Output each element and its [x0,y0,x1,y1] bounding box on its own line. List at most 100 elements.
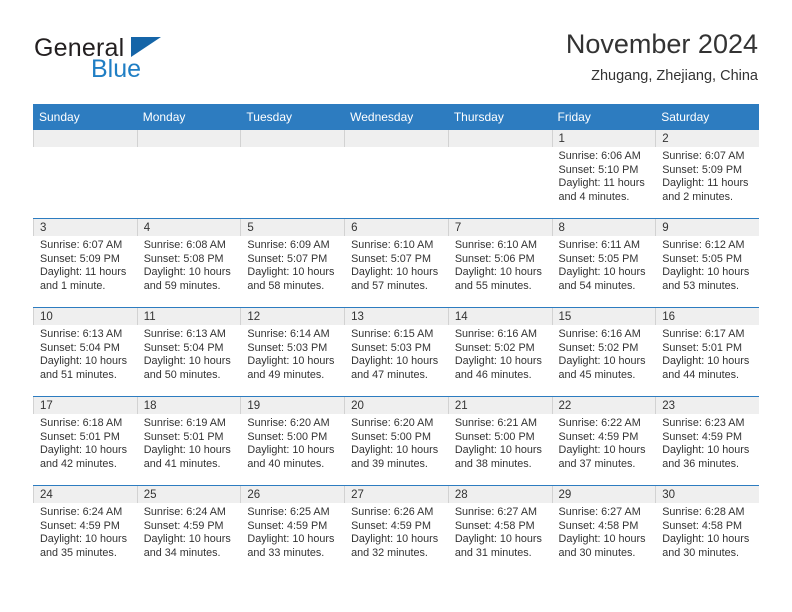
calendar-day-cell[interactable]: 24 Sunrise: 6:24 AM Sunset: 4:59 PM Dayligh… [33,485,137,574]
day-detail-line: Sunrise: 6:11 AM [558,239,640,251]
day-number: 25 [136,486,241,503]
calendar-day-cell[interactable]: 25 Sunrise: 6:24 AM Sunset: 4:59 PM Dayligh… [136,485,241,574]
calendar-day-cell[interactable]: 8 Sunrise: 6:11 AM Sunset: 5:05 PM Daylight… [551,218,656,308]
calendar-day-cell[interactable]: 27 Sunrise: 6:26 AM Sunset: 4:59 PM Dayligh… [344,485,448,574]
weekday-header-monday: Monday [136,104,241,130]
calendar-week-row: 3 Sunrise: 6:07 AM Sunset: 5:09 PM Daylight… [33,218,759,308]
calendar-day-cell[interactable]: 29 Sunrise: 6:27 AM Sunset: 4:58 PM Dayligh… [551,485,656,574]
calendar-day-cell[interactable]: 16 Sunrise: 6:17 AM Sunset: 5:01 PM Dayligh… [655,307,759,397]
day-number: 26 [240,486,345,503]
day-cell-inner: 28 Sunrise: 6:27 AM Sunset: 4:58 PM Dayligh… [447,486,552,574]
calendar-day-cell[interactable]: 28 Sunrise: 6:27 AM Sunset: 4:58 PM Dayligh… [447,485,552,574]
day-detail-line: Daylight: 10 hours [351,533,439,545]
calendar-header-row: Sunday Monday Tuesday Wednesday Thursday… [33,104,759,130]
day-detail-line: Daylight: 11 hours [558,177,645,189]
day-detail-line: Sunrise: 6:10 AM [454,239,538,251]
day-number: 5 [240,219,345,236]
day-detail-line: and 58 minutes. [247,279,325,292]
calendar-day-cell[interactable]: 30 Sunrise: 6:28 AM Sunset: 4:58 PM Dayligh… [655,485,759,574]
day-cell-details: Sunrise: 6:12 AM Sunset: 5:05 PM Daylight:… [655,236,759,293]
calendar-day-cell[interactable]: 2 Sunrise: 6:07 AM Sunset: 5:09 PM Daylight… [655,130,759,219]
day-cell-details: Sunrise: 6:20 AM Sunset: 5:00 PM Daylight:… [240,414,344,471]
day-number: 18 [136,397,241,414]
calendar-week-row: 17 Sunrise: 6:18 AM Sunset: 5:01 PM Dayligh… [33,396,759,486]
day-detail-line: Sunset: 5:00 PM [454,430,535,443]
day-cell-details: Sunrise: 6:23 AM Sunset: 4:59 PM Daylight:… [655,414,759,471]
day-number: 15 [551,308,656,325]
day-number: 29 [551,486,656,503]
day-detail-line: Daylight: 10 hours [662,266,750,278]
day-detail-line: Daylight: 10 hours [558,533,646,545]
calendar-week-row: 24 Sunrise: 6:24 AM Sunset: 4:59 PM Dayligh… [33,485,759,574]
day-number: 22 [551,397,656,414]
day-cell-inner: 2 Sunrise: 6:07 AM Sunset: 5:09 PM Daylight… [655,130,759,218]
day-detail-line: Daylight: 10 hours [454,533,542,545]
day-cell-inner: 13 Sunrise: 6:15 AM Sunset: 5:03 PM Dayligh… [344,308,448,396]
day-detail-line: and 4 minutes. [558,190,630,203]
day-detail-line: Sunset: 5:04 PM [40,341,120,354]
day-detail-line: Sunset: 5:02 PM [454,341,535,354]
day-cell-details: Sunrise: 6:07 AM Sunset: 5:09 PM Daylight:… [655,147,759,204]
day-detail-line: Daylight: 10 hours [247,266,335,278]
calendar-day-cell[interactable]: 11 Sunrise: 6:13 AM Sunset: 5:04 PM Dayligh… [136,307,241,397]
day-detail-line: Sunrise: 6:07 AM [662,150,745,162]
day-detail-line: and 51 minutes. [40,368,117,381]
calendar-day-cell[interactable]: 19 Sunrise: 6:20 AM Sunset: 5:00 PM Dayligh… [240,396,345,486]
calendar-day-cell[interactable]: 14 Sunrise: 6:16 AM Sunset: 5:02 PM Dayligh… [447,307,552,397]
day-detail-line: and 59 minutes. [143,279,221,292]
day-detail-line: and 34 minutes. [143,546,221,559]
calendar-day-cell[interactable]: 18 Sunrise: 6:19 AM Sunset: 5:01 PM Dayligh… [136,396,241,486]
weekday-header-saturday: Saturday [655,104,759,130]
calendar-day-cell[interactable]: 7 Sunrise: 6:10 AM Sunset: 5:06 PM Daylight… [447,218,552,308]
calendar-day-cell[interactable]: 5 Sunrise: 6:09 AM Sunset: 5:07 PM Daylight… [240,218,345,308]
day-detail-line: and 47 minutes. [351,368,428,381]
calendar-day-cell[interactable]: 23 Sunrise: 6:23 AM Sunset: 4:59 PM Dayligh… [655,396,759,486]
day-cell-inner: 17 Sunrise: 6:18 AM Sunset: 5:01 PM Dayligh… [33,397,137,485]
calendar-day-cell[interactable]: 21 Sunrise: 6:21 AM Sunset: 5:00 PM Dayligh… [447,396,552,486]
day-cell-inner: 9 Sunrise: 6:12 AM Sunset: 5:05 PM Daylight… [655,219,759,307]
calendar-day-cell[interactable]: 4 Sunrise: 6:08 AM Sunset: 5:08 PM Daylight… [136,218,241,308]
day-cell-inner [240,130,345,218]
day-cell-details: Sunrise: 6:09 AM Sunset: 5:07 PM Daylight:… [240,236,344,293]
day-detail-line: Sunset: 5:00 PM [351,430,431,443]
day-detail-line: Sunset: 4:58 PM [662,519,743,532]
day-detail-line: Daylight: 10 hours [558,266,646,278]
calendar-day-cell[interactable]: 10 Sunrise: 6:13 AM Sunset: 5:04 PM Dayligh… [33,307,137,397]
calendar-week-row: 10 Sunrise: 6:13 AM Sunset: 5:04 PM Dayligh… [33,307,759,397]
day-cell-inner: 23 Sunrise: 6:23 AM Sunset: 4:59 PM Dayligh… [655,397,759,485]
day-detail-line: and 57 minutes. [351,279,428,292]
day-detail-line: Sunset: 4:59 PM [351,519,431,532]
day-cell-details: Sunrise: 6:10 AM Sunset: 5:07 PM Daylight:… [344,236,448,293]
calendar-day-cell[interactable]: 26 Sunrise: 6:25 AM Sunset: 4:59 PM Dayligh… [240,485,345,574]
calendar-day-cell[interactable]: 6 Sunrise: 6:10 AM Sunset: 5:07 PM Daylight… [344,218,448,308]
calendar-day-cell[interactable]: 20 Sunrise: 6:20 AM Sunset: 5:00 PM Dayligh… [344,396,448,486]
day-detail-line: Sunrise: 6:14 AM [247,328,330,340]
day-number: 30 [655,486,759,503]
day-detail-line: Daylight: 11 hours [662,177,749,189]
day-detail-line: Sunrise: 6:20 AM [351,417,434,429]
calendar-day-cell[interactable]: 9 Sunrise: 6:12 AM Sunset: 5:05 PM Daylight… [655,218,759,308]
day-number: 7 [447,219,552,236]
calendar-day-cell[interactable]: 15 Sunrise: 6:16 AM Sunset: 5:02 PM Dayligh… [551,307,656,397]
day-detail-line: and 49 minutes. [247,368,325,381]
day-cell-details: Sunrise: 6:25 AM Sunset: 4:59 PM Daylight:… [240,503,344,560]
day-detail-line: Sunset: 5:01 PM [143,430,224,443]
day-detail-line: and 41 minutes. [143,457,221,470]
day-cell-inner: 7 Sunrise: 6:10 AM Sunset: 5:06 PM Daylight… [447,219,552,307]
day-number: 27 [344,486,448,503]
calendar-day-cell[interactable]: 13 Sunrise: 6:15 AM Sunset: 5:03 PM Dayligh… [344,307,448,397]
day-detail-line: Sunrise: 6:28 AM [662,506,745,518]
day-cell-inner: 20 Sunrise: 6:20 AM Sunset: 5:00 PM Dayligh… [344,397,448,485]
calendar-day-cell[interactable]: 17 Sunrise: 6:18 AM Sunset: 5:01 PM Dayligh… [33,396,137,486]
calendar-day-cell[interactable]: 12 Sunrise: 6:14 AM Sunset: 5:03 PM Dayligh… [240,307,345,397]
page-title: November 2024 [565,29,758,59]
day-detail-line: and 30 minutes. [662,546,740,559]
day-detail-line: Daylight: 10 hours [454,266,542,278]
day-cell-inner [33,130,137,218]
calendar-day-cell-empty [136,130,241,219]
calendar-day-cell[interactable]: 22 Sunrise: 6:22 AM Sunset: 4:59 PM Dayligh… [551,396,656,486]
calendar-day-cell[interactable]: 1 Sunrise: 6:06 AM Sunset: 5:10 PM Daylight… [551,130,656,219]
day-detail-line: Daylight: 10 hours [351,444,439,456]
calendar-day-cell[interactable]: 3 Sunrise: 6:07 AM Sunset: 5:09 PM Daylight… [33,218,137,308]
day-number [447,130,552,147]
